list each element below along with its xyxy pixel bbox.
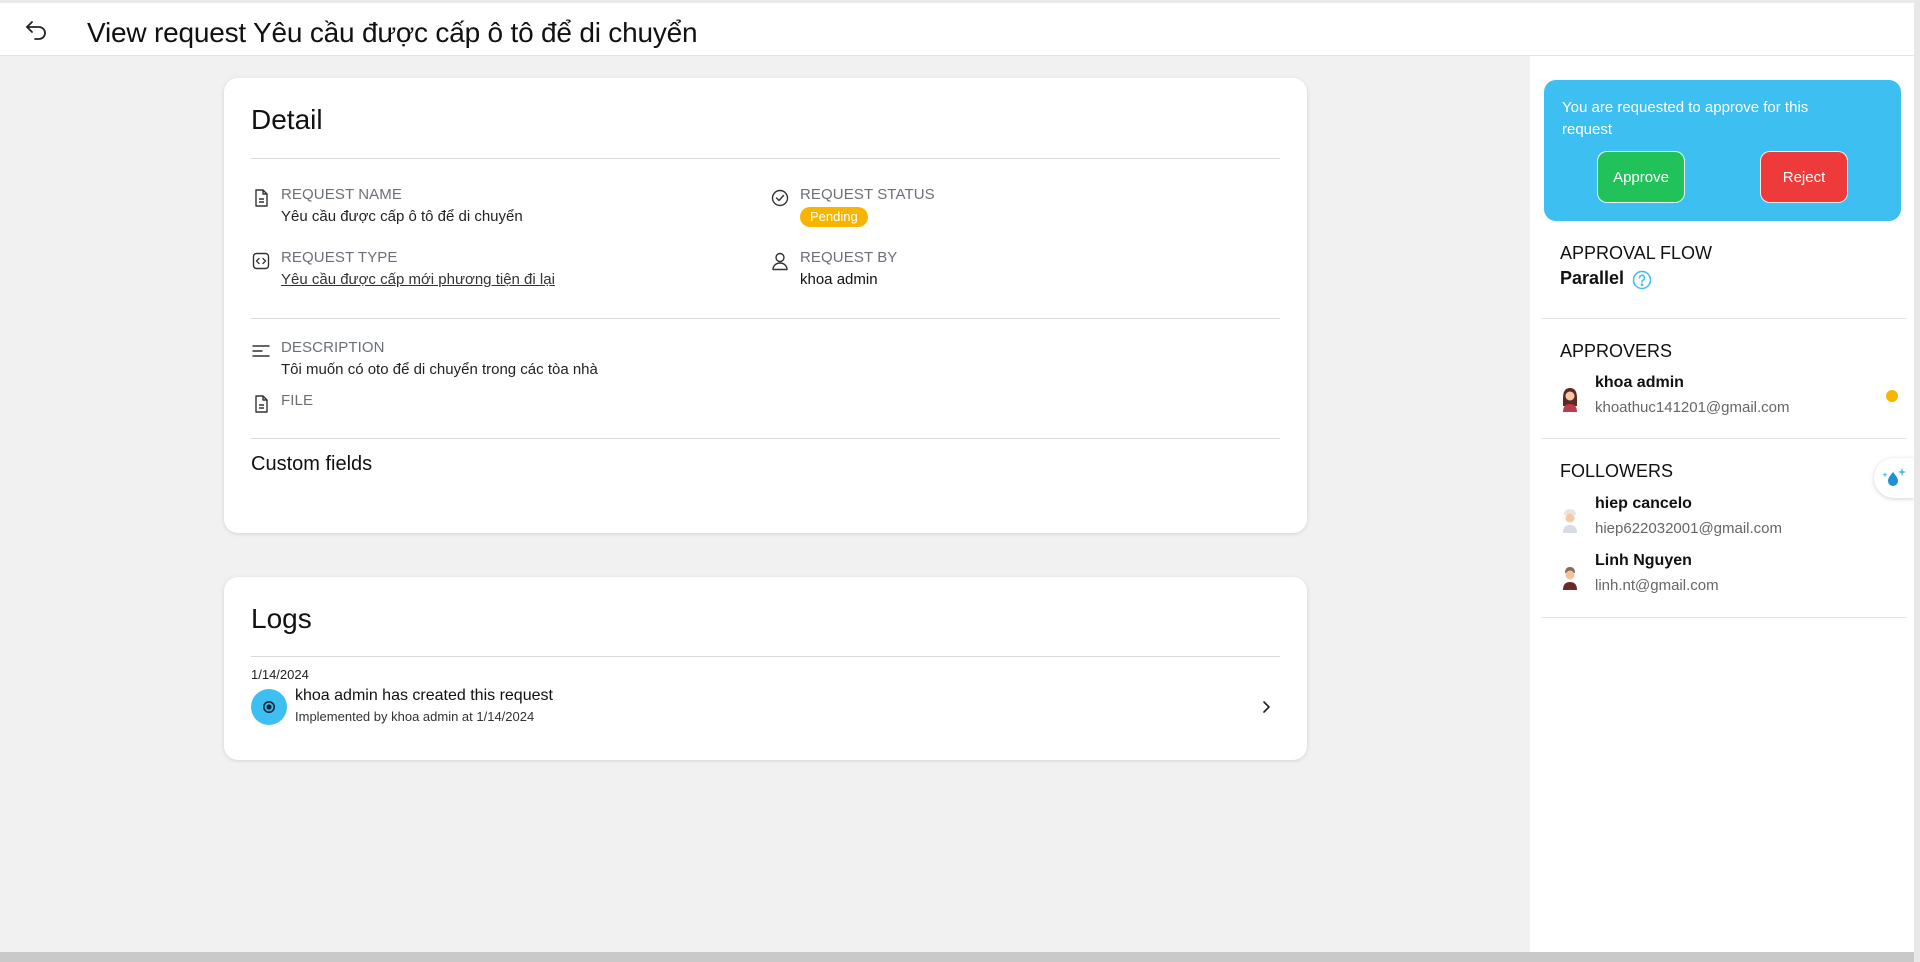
description-value: Tôi muốn có oto để di chuyển trong các t… — [281, 361, 598, 378]
follower-item[interactable]: hiep cancelo hiep622032001@gmail.com — [1560, 495, 1900, 543]
document-icon — [255, 189, 268, 207]
assistant-float-button[interactable] — [1874, 458, 1914, 498]
log-subtitle: Implemented by khoa admin at 1/14/2024 — [295, 709, 535, 724]
request-name-label: REQUEST NAME — [281, 186, 402, 203]
back-button[interactable] — [20, 16, 52, 44]
avatar-icon — [1563, 509, 1577, 533]
follower-email: linh.nt@gmail.com — [1595, 577, 1719, 594]
panel-divider — [1542, 617, 1906, 618]
text-lines-icon — [252, 345, 270, 357]
user-icon — [772, 252, 788, 271]
help-circle-icon[interactable] — [1632, 270, 1652, 290]
follower-item[interactable]: Linh Nguyen linh.nt@gmail.com — [1560, 552, 1900, 600]
horizontal-scrollbar[interactable] — [0, 952, 1914, 962]
avatar-icon — [1563, 388, 1577, 412]
gear-icon — [263, 701, 275, 713]
file-icon — [255, 395, 268, 413]
code-icon — [252, 252, 270, 270]
detail-card: Detail REQUEST NAME Yêu cầu được cấp ô t… — [224, 78, 1307, 533]
custom-fields-heading: Custom fields — [251, 453, 373, 475]
follower-email: hiep622032001@gmail.com — [1595, 520, 1783, 537]
approval-prompt-box: You are requested to approve for this re… — [1544, 80, 1901, 221]
approver-item[interactable]: khoa admin khoathuc141201@gmail.com — [1560, 374, 1900, 422]
approve-button[interactable]: Approve — [1597, 151, 1685, 203]
logs-divider — [251, 656, 1280, 657]
detail-divider-2 — [251, 318, 1280, 319]
request-status-field: REQUEST STATUS Pending — [770, 186, 1250, 230]
status-badge: Pending — [800, 207, 868, 227]
file-label: FILE — [281, 392, 314, 409]
back-arrow-icon — [26, 21, 46, 40]
request-by-value: khoa admin — [800, 271, 878, 288]
reject-button[interactable]: Reject — [1760, 151, 1848, 203]
vertical-scrollbar[interactable] — [1914, 0, 1920, 962]
approvers-title: APPROVERS — [1560, 341, 1673, 361]
detail-title: Detail — [251, 104, 323, 135]
approval-prompt-text: You are requested to approve for this re… — [1562, 99, 1809, 138]
detail-divider-3 — [251, 438, 1280, 439]
request-type-label: REQUEST TYPE — [281, 249, 398, 266]
request-by-field: REQUEST BY khoa admin — [770, 249, 1250, 293]
right-panel: You are requested to approve for this re… — [1530, 56, 1914, 952]
logs-title: Logs — [251, 603, 312, 634]
follower-name: hiep cancelo — [1595, 495, 1692, 512]
request-name-value: Yêu cầu được cấp ô tô để di chuyển — [281, 208, 523, 225]
log-item[interactable]: khoa admin has created this request Impl… — [251, 685, 1281, 729]
approver-status-dot — [1886, 390, 1898, 402]
sparkle-icon — [1882, 468, 1906, 486]
logs-card: Logs 1/14/2024 khoa admin has created th… — [224, 577, 1307, 760]
log-date: 1/14/2024 — [251, 667, 309, 682]
description-field: DESCRIPTION Tôi muốn có oto để di chuyển… — [251, 339, 1151, 383]
approval-flow-value: Parallel — [1560, 268, 1625, 288]
top-bar: View request Yêu cầu được cấp ô tô để di… — [0, 0, 1914, 56]
request-status-label: REQUEST STATUS — [800, 186, 935, 203]
file-field: FILE — [251, 392, 731, 416]
request-type-link[interactable]: Yêu cầu được cấp mới phương tiện đi lại — [281, 271, 555, 288]
chevron-right-icon[interactable] — [1259, 699, 1273, 715]
approval-flow-title: APPROVAL FLOW — [1560, 243, 1713, 263]
avatar-icon — [1563, 567, 1577, 590]
check-circle-icon — [771, 189, 789, 207]
panel-divider — [1542, 318, 1906, 319]
followers-title: FOLLOWERS — [1560, 461, 1674, 481]
detail-divider — [251, 158, 1280, 159]
follower-name: Linh Nguyen — [1595, 552, 1692, 569]
description-label: DESCRIPTION — [281, 339, 385, 356]
request-name-field: REQUEST NAME Yêu cầu được cấp ô tô để di… — [251, 186, 731, 230]
approver-email: khoathuc141201@gmail.com — [1595, 399, 1790, 416]
approver-name: khoa admin — [1595, 374, 1684, 391]
request-type-field: REQUEST TYPE Yêu cầu được cấp mới phương… — [251, 249, 731, 293]
log-title: khoa admin has created this request — [295, 687, 553, 704]
page-title: View request Yêu cầu được cấp ô tô để di… — [87, 17, 698, 48]
panel-divider — [1542, 438, 1906, 439]
main-content: Detail REQUEST NAME Yêu cầu được cấp ô t… — [0, 56, 1530, 952]
log-avatar — [251, 689, 287, 725]
request-by-label: REQUEST BY — [800, 249, 898, 266]
